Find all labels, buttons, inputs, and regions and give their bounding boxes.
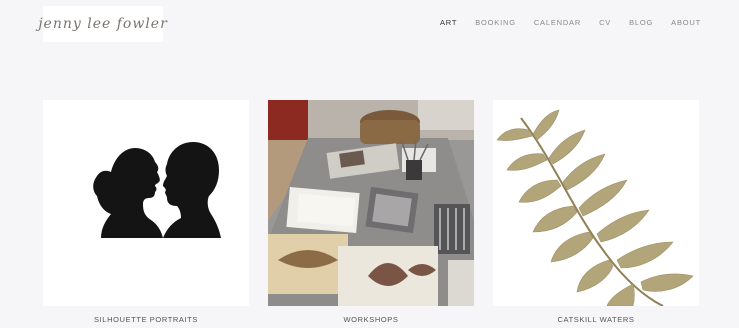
nav-item-blog[interactable]: BLOG — [629, 18, 653, 30]
nav-item-booking[interactable]: BOOKING — [475, 18, 516, 30]
nav-item-cv[interactable]: CV — [599, 18, 611, 30]
nav-item-calendar[interactable]: CALENDAR — [534, 18, 581, 30]
nav-item-art[interactable]: ART — [440, 18, 457, 30]
gallery-card-catskill-waters[interactable] — [493, 100, 699, 306]
gallery-card-workshops[interactable] — [268, 100, 474, 306]
silhouette-portraits-image — [43, 100, 249, 306]
caption-silhouette-portraits[interactable]: SILHOUETTE PORTRAITS — [43, 315, 249, 324]
caption-workshops[interactable]: WORKSHOPS — [268, 315, 474, 324]
site-header: jenny lee fowler ART BOOKING CALENDAR CV… — [0, 0, 739, 60]
catskill-waters-image — [493, 100, 699, 306]
workshops-image — [268, 100, 474, 306]
caption-catskill-waters[interactable]: CATSKILL WATERS — [493, 315, 699, 324]
gallery-card-silhouette-portraits[interactable] — [43, 100, 249, 306]
site-logo[interactable]: jenny lee fowler — [38, 6, 167, 42]
main-nav: ART BOOKING CALENDAR CV BLOG ABOUT — [422, 18, 701, 30]
nav-item-about[interactable]: ABOUT — [671, 18, 701, 30]
logo-text: jenny lee fowler — [38, 16, 168, 32]
